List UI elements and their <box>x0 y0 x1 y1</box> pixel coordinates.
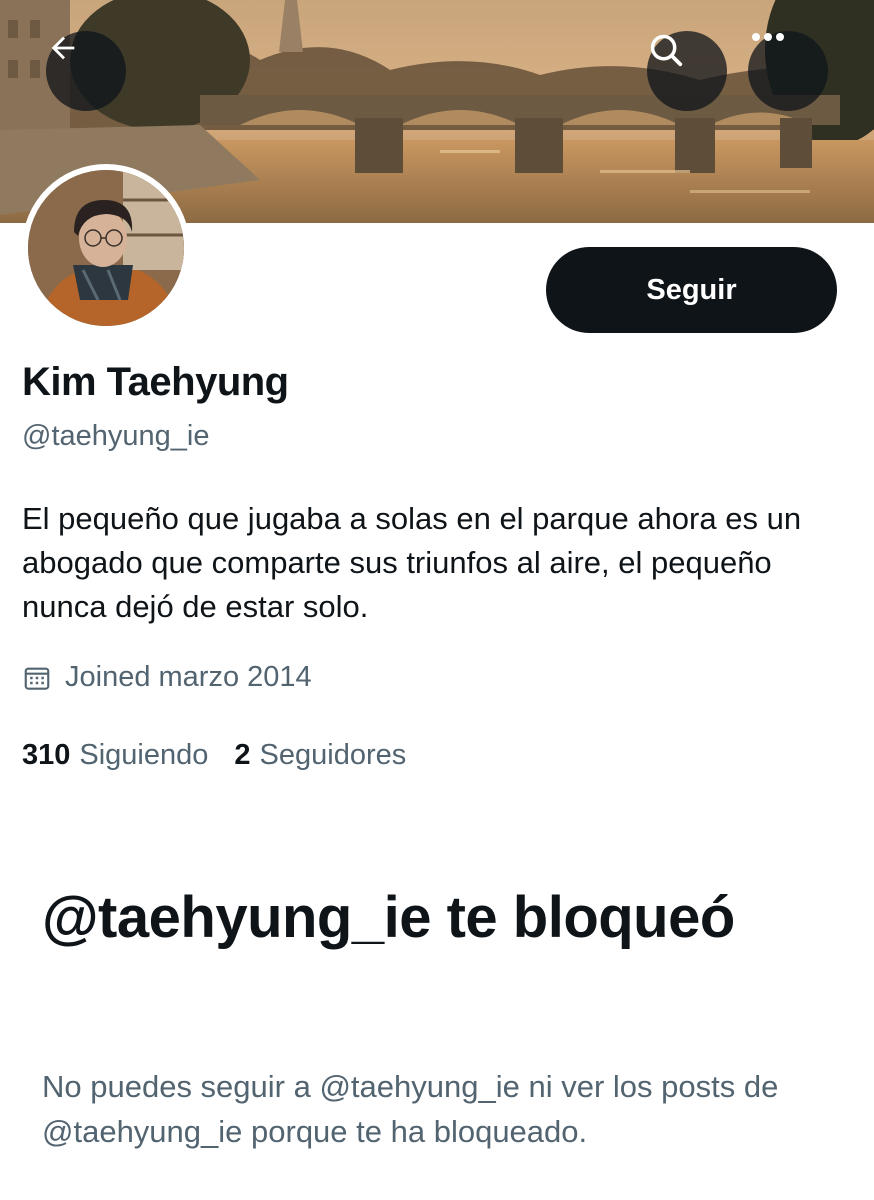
follow-button[interactable]: Seguir <box>546 247 837 333</box>
blocked-description: No puedes seguir a @taehyung_ie ni ver l… <box>42 1069 779 1149</box>
followers-count: 2 <box>234 739 251 771</box>
following-count: 310 <box>22 739 71 771</box>
calendar-icon <box>24 667 50 690</box>
following-label: Siguiendo <box>79 739 209 771</box>
profile-bio: El pequeño que jugaba a solas en el parq… <box>22 501 802 624</box>
following-link[interactable]: 310 Siguiendo <box>22 739 208 772</box>
display-name: Kim Taehyung <box>22 360 289 404</box>
user-handle: @taehyung_ie <box>22 420 210 452</box>
search-button[interactable] <box>647 31 727 111</box>
profile-page: Seguir Kim Taehyung @taehyung_ie El pequ… <box>0 0 874 1200</box>
avatar[interactable] <box>22 164 190 332</box>
avatar-image <box>28 170 184 326</box>
profile-stats: 310 Siguiendo 2 Seguidores <box>22 739 432 772</box>
more-button[interactable] <box>748 31 828 111</box>
more-horizontal-icon <box>752 33 784 41</box>
arrow-left-icon <box>51 36 75 60</box>
joined-text: Joined marzo 2014 <box>65 661 312 693</box>
followers-label: Seguidores <box>259 739 407 771</box>
joined-date: Joined marzo 2014 <box>22 661 312 694</box>
back-button[interactable] <box>46 31 126 111</box>
followers-link[interactable]: 2 Seguidores <box>234 739 406 772</box>
blocked-title: @taehyung_ie te bloqueó <box>42 885 735 950</box>
search-icon <box>650 34 683 67</box>
